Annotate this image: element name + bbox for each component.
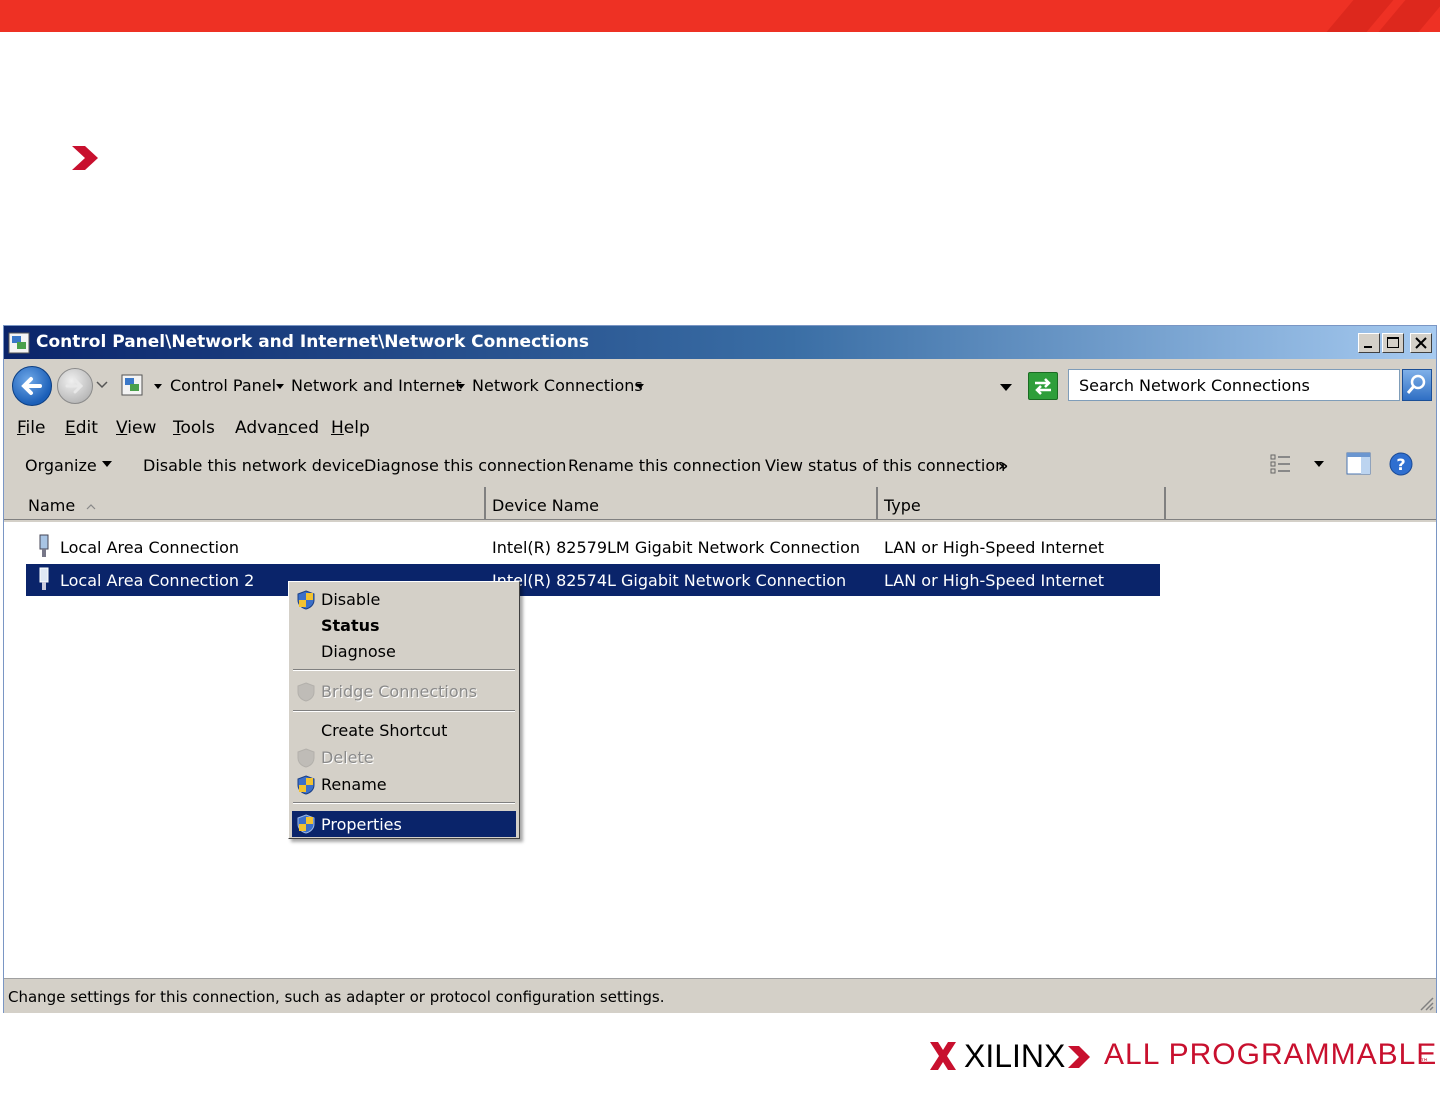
breadcrumb-network-and-internet[interactable]: Network and Internet: [291, 376, 462, 395]
list-item[interactable]: Local Area Connection Intel(R) 82579LM G…: [26, 531, 1162, 563]
view-dropdown-icon[interactable]: [1314, 461, 1324, 467]
status-bar: Change settings for this connection, suc…: [4, 978, 1436, 1013]
context-menu-diagnose[interactable]: Diagnose: [321, 642, 396, 661]
help-icon[interactable]: ?: [1388, 451, 1414, 477]
context-menu-disable[interactable]: Disable: [321, 590, 380, 609]
footer-brand: XILINX: [964, 1038, 1066, 1074]
context-menu-bridge-connections[interactable]: Bridge Connections: [321, 682, 477, 701]
context-menu-properties[interactable]: Properties: [321, 815, 402, 834]
slide-top-bar: [0, 0, 1440, 32]
connection-type: LAN or High-Speed Internet: [884, 571, 1105, 590]
minimize-button[interactable]: [1358, 333, 1380, 353]
context-menu-status[interactable]: Status: [321, 616, 380, 635]
menu-advanced[interactable]: Advanced: [235, 418, 319, 438]
control-panel-icon: [121, 374, 143, 396]
organize-dropdown-icon[interactable]: [102, 461, 112, 467]
rename-connection-button[interactable]: Rename this connection: [568, 456, 761, 475]
refresh-icon: [1035, 378, 1051, 395]
explorer-window: Control Panel\Network and Internet\Netwo…: [3, 325, 1437, 1013]
menu-separator: [293, 669, 515, 671]
column-header-bar: Name Device Name Type: [4, 487, 1436, 522]
close-icon: [1415, 337, 1427, 349]
column-header-type[interactable]: Type: [878, 487, 1166, 520]
uac-shield-disabled-icon: [297, 682, 315, 702]
window-title: Control Panel\Network and Internet\Netwo…: [36, 332, 590, 352]
menu-help[interactable]: Help: [331, 418, 370, 438]
forward-arrow-icon: [65, 378, 84, 394]
breadcrumb-arrow-icon[interactable]: [636, 384, 644, 389]
menu-edit[interactable]: Edit: [65, 418, 98, 438]
title-bar: Control Panel\Network and Internet\Netwo…: [4, 326, 1436, 359]
column-header-name[interactable]: Name: [4, 487, 486, 520]
preview-pane-icon[interactable]: [1346, 452, 1372, 476]
search-button[interactable]: [1402, 369, 1432, 401]
status-text: Change settings for this connection, suc…: [8, 988, 665, 1006]
diagnose-connection-button[interactable]: Diagnose this connection: [364, 456, 566, 475]
uac-shield-icon: [297, 590, 315, 610]
organize-button[interactable]: Organize: [25, 456, 97, 475]
resize-grip-icon[interactable]: [1416, 993, 1434, 1011]
search-icon: [1406, 374, 1426, 394]
device-name: Intel(R) 82574L Gigabit Network Connecti…: [492, 571, 847, 590]
forward-button[interactable]: [57, 368, 93, 404]
view-status-button[interactable]: View status of this connection: [765, 456, 1005, 475]
network-adapter-icon: [39, 534, 49, 557]
column-header-name-label: Name: [28, 496, 76, 515]
more-commands-button[interactable]: »: [998, 456, 1008, 475]
menu-file[interactable]: File: [17, 418, 45, 438]
connection-type: LAN or High-Speed Internet: [884, 538, 1105, 557]
network-adapter-icon: [39, 567, 49, 590]
search-input[interactable]: Search Network Connections: [1068, 369, 1400, 401]
xilinx-logo-icon: [930, 1042, 956, 1070]
maximize-icon: [1387, 337, 1399, 348]
svg-text:?: ?: [1396, 455, 1405, 474]
change-view-icon[interactable]: [1270, 453, 1294, 475]
breadcrumb-control-panel[interactable]: Control Panel: [170, 376, 276, 395]
breadcrumb-network-connections[interactable]: Network Connections: [472, 376, 643, 395]
back-arrow-icon: [21, 377, 42, 395]
context-menu-create-shortcut[interactable]: Create Shortcut: [321, 721, 447, 740]
breadcrumb-arrow-icon[interactable]: [154, 384, 162, 389]
disable-device-button[interactable]: Disable this network device: [143, 456, 364, 475]
sort-ascending-icon: [86, 504, 96, 510]
menu-separator: [293, 802, 515, 804]
close-button[interactable]: [1410, 333, 1432, 353]
context-menu-delete[interactable]: Delete: [321, 748, 374, 767]
menu-view[interactable]: View: [116, 418, 156, 438]
footer-arrow-icon: [1068, 1046, 1090, 1068]
minimize-icon: [1364, 346, 1372, 348]
address-bar[interactable]: Control Panel Network and Internet Netwo…: [116, 370, 1024, 404]
uac-shield-icon: [297, 814, 315, 834]
connection-name: Local Area Connection 2: [60, 571, 255, 590]
breadcrumb-arrow-icon[interactable]: [276, 384, 284, 389]
footer-tagline: ALL PROGRAMMABLE: [1104, 1038, 1438, 1071]
device-name: Intel(R) 82579LM Gigabit Network Connect…: [492, 538, 860, 557]
bullet-arrow-icon: [72, 146, 98, 170]
uac-shield-disabled-icon: [297, 748, 315, 768]
menu-tools[interactable]: Tools: [173, 418, 215, 438]
column-header-device-label: Device Name: [492, 496, 600, 515]
list-item-selected[interactable]: Local Area Connection 2 Intel(R) 82574L …: [26, 564, 1160, 596]
network-connections-icon: [8, 332, 30, 354]
footer-trademark: ™: [1420, 1058, 1429, 1068]
column-header-device-name[interactable]: Device Name: [486, 487, 878, 520]
context-menu-rename[interactable]: Rename: [321, 775, 387, 794]
connection-name: Local Area Connection: [60, 538, 239, 557]
back-button[interactable]: [12, 366, 52, 406]
column-header-empty: [1166, 487, 1436, 520]
uac-shield-icon: [297, 775, 315, 795]
address-history-dropdown-icon[interactable]: [1000, 384, 1012, 391]
context-menu: Disable Status Diagnose Bridge Connectio…: [288, 581, 520, 839]
refresh-button[interactable]: [1028, 372, 1058, 400]
column-header-type-label: Type: [884, 496, 921, 515]
maximize-button[interactable]: [1382, 333, 1404, 353]
breadcrumb-arrow-icon[interactable]: [457, 384, 465, 389]
recent-pages-dropdown-icon[interactable]: [96, 381, 108, 389]
menu-separator: [293, 710, 515, 712]
